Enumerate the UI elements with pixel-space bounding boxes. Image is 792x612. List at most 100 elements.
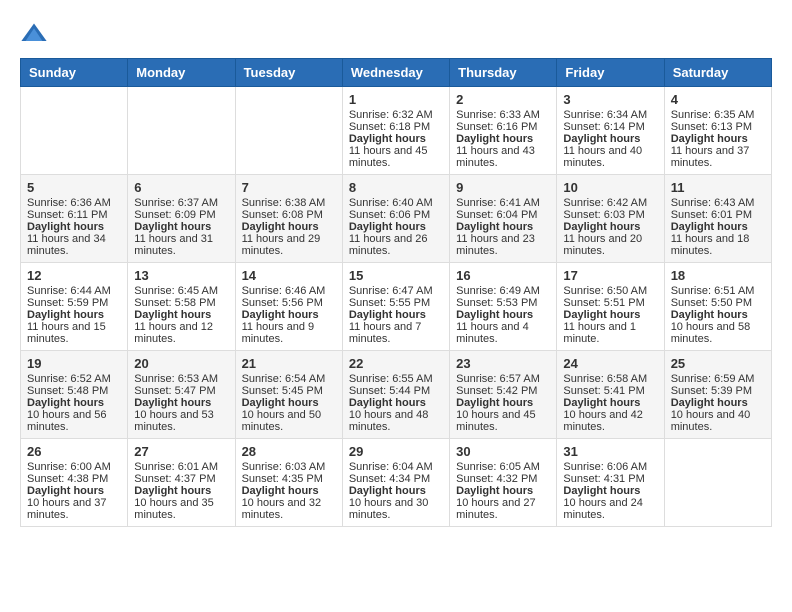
calendar-cell: 26 Sunrise: 6:00 AMSunset: 4:38 PMDayligh…: [21, 439, 128, 527]
sun-time-text: Sunrise: 6:53 AM: [134, 373, 228, 385]
sun-time-text: Sunrise: 6:43 AM: [671, 197, 765, 209]
sun-time-text: Sunset: 6:14 PM: [563, 121, 657, 133]
sun-time-text: Sunset: 5:45 PM: [242, 385, 336, 397]
calendar-cell: 19Sunrise: 6:52 AMSunset: 5:48 PMDayligh…: [21, 351, 128, 439]
calendar-cell: 8Sunrise: 6:40 AMSunset: 6:06 PMDaylight…: [342, 175, 449, 263]
daylight-duration: 10 hours and 30 minutes.: [349, 497, 443, 521]
day-number: 26: [27, 444, 121, 459]
daylight-duration: 11 hours and 18 minutes.: [671, 233, 765, 257]
calendar-cell: 15Sunrise: 6:47 AMSunset: 5:55 PMDayligh…: [342, 263, 449, 351]
calendar-cell: 27Sunrise: 6:01 AMSunset: 4:37 PMDayligh…: [128, 439, 235, 527]
day-number: 31: [563, 444, 657, 459]
sun-time-text: Sunrise: 6:40 AM: [349, 197, 443, 209]
daylight-duration: 10 hours and 48 minutes.: [349, 409, 443, 433]
day-number: 22: [349, 356, 443, 371]
logo: [20, 20, 50, 48]
sun-time-text: Sunset: 5:59 PM: [27, 297, 121, 309]
sun-time-text: Sunrise: 6:51 AM: [671, 285, 765, 297]
sun-time-text: Sunrise: 6:00 AM: [27, 461, 121, 473]
sun-time-text: Sunset: 6:06 PM: [349, 209, 443, 221]
day-number: 27: [134, 444, 228, 459]
day-number: 25: [671, 356, 765, 371]
sun-time-text: Sunrise: 6:41 AM: [456, 197, 550, 209]
sun-time-text: Sunset: 6:09 PM: [134, 209, 228, 221]
daylight-text: Daylight hours: [671, 309, 765, 321]
weekday-header-tuesday: Tuesday: [235, 59, 342, 87]
daylight-text: Daylight hours: [563, 397, 657, 409]
daylight-duration: 10 hours and 37 minutes.: [27, 497, 121, 521]
daylight-duration: 10 hours and 58 minutes.: [671, 321, 765, 345]
day-number: 23: [456, 356, 550, 371]
sun-time-text: Sunset: 6:16 PM: [456, 121, 550, 133]
sun-time-text: Sunrise: 6:33 AM: [456, 109, 550, 121]
sun-time-text: Sunrise: 6:47 AM: [349, 285, 443, 297]
daylight-text: Daylight hours: [134, 309, 228, 321]
daylight-duration: 11 hours and 37 minutes.: [671, 145, 765, 169]
day-number: 11: [671, 180, 765, 195]
day-number: 6: [134, 180, 228, 195]
day-number: 13: [134, 268, 228, 283]
daylight-duration: 11 hours and 45 minutes.: [349, 145, 443, 169]
daylight-duration: 11 hours and 4 minutes.: [456, 321, 550, 345]
sun-time-text: Sunrise: 6:49 AM: [456, 285, 550, 297]
daylight-text: Daylight hours: [27, 485, 121, 497]
calendar-week-4: 19Sunrise: 6:52 AMSunset: 5:48 PMDayligh…: [21, 351, 772, 439]
daylight-duration: 10 hours and 42 minutes.: [563, 409, 657, 433]
day-number: 10: [563, 180, 657, 195]
calendar-cell: [664, 439, 771, 527]
sun-time-text: Sunset: 5:42 PM: [456, 385, 550, 397]
day-number: 4: [671, 92, 765, 107]
sun-time-text: Sunset: 6:11 PM: [27, 209, 121, 221]
daylight-duration: 10 hours and 45 minutes.: [456, 409, 550, 433]
day-number: 15: [349, 268, 443, 283]
calendar-cell: 9Sunrise: 6:41 AMSunset: 6:04 PMDaylight…: [450, 175, 557, 263]
day-number: 24: [563, 356, 657, 371]
calendar-cell: 3Sunrise: 6:34 AMSunset: 6:14 PMDaylight…: [557, 87, 664, 175]
sun-time-text: Sunrise: 6:37 AM: [134, 197, 228, 209]
calendar-cell: 29Sunrise: 6:04 AMSunset: 4:34 PMDayligh…: [342, 439, 449, 527]
daylight-duration: 11 hours and 9 minutes.: [242, 321, 336, 345]
daylight-text: Daylight hours: [134, 221, 228, 233]
sun-time-text: Sunset: 5:56 PM: [242, 297, 336, 309]
sun-time-text: Sunset: 4:32 PM: [456, 473, 550, 485]
weekday-header-monday: Monday: [128, 59, 235, 87]
calendar-cell: 23Sunrise: 6:57 AMSunset: 5:42 PMDayligh…: [450, 351, 557, 439]
weekday-header-sunday: Sunday: [21, 59, 128, 87]
sun-time-text: Sunrise: 6:04 AM: [349, 461, 443, 473]
sun-time-text: Sunset: 4:38 PM: [27, 473, 121, 485]
sun-time-text: Sunset: 4:37 PM: [134, 473, 228, 485]
daylight-text: Daylight hours: [242, 397, 336, 409]
sun-time-text: Sunset: 6:08 PM: [242, 209, 336, 221]
calendar-cell: 12Sunrise: 6:44 AMSunset: 5:59 PMDayligh…: [21, 263, 128, 351]
sun-time-text: Sunset: 6:04 PM: [456, 209, 550, 221]
sun-time-text: Sunrise: 6:54 AM: [242, 373, 336, 385]
logo-icon: [20, 20, 48, 48]
calendar-cell: [21, 87, 128, 175]
calendar-cell: 5Sunrise: 6:36 AMSunset: 6:11 PMDaylight…: [21, 175, 128, 263]
daylight-text: Daylight hours: [134, 485, 228, 497]
day-number: 1: [349, 92, 443, 107]
day-number: 17: [563, 268, 657, 283]
sun-time-text: Sunset: 4:35 PM: [242, 473, 336, 485]
daylight-duration: 11 hours and 34 minutes.: [27, 233, 121, 257]
day-number: 29: [349, 444, 443, 459]
calendar-cell: 17Sunrise: 6:50 AMSunset: 5:51 PMDayligh…: [557, 263, 664, 351]
calendar-cell: 6 Sunrise: 6:37 AMSunset: 6:09 PMDaylight…: [128, 175, 235, 263]
day-number: 7: [242, 180, 336, 195]
calendar-cell: 21Sunrise: 6:54 AMSunset: 5:45 PMDayligh…: [235, 351, 342, 439]
daylight-duration: 10 hours and 53 minutes.: [134, 409, 228, 433]
calendar-week-5: 26Sunrise: 6:00 AMSunset: 4:38 PMDayligh…: [21, 439, 772, 527]
daylight-text: Daylight hours: [671, 133, 765, 145]
daylight-duration: 10 hours and 56 minutes.: [27, 409, 121, 433]
calendar-week-1: 1Sunrise: 6:32 AMSunset: 6:18 PMDaylight…: [21, 87, 772, 175]
daylight-text: Daylight hours: [349, 397, 443, 409]
sun-time-text: Sunset: 6:13 PM: [671, 121, 765, 133]
sun-time-text: Sunrise: 6:45 AM: [134, 285, 228, 297]
sun-time-text: Sunrise: 6:03 AM: [242, 461, 336, 473]
calendar-cell: 7Sunrise: 6:38 AMSunset: 6:08 PMDaylight…: [235, 175, 342, 263]
sun-time-text: Sunset: 5:55 PM: [349, 297, 443, 309]
sun-time-text: Sunrise: 6:36 AM: [27, 197, 121, 209]
sun-time-text: Sunset: 5:44 PM: [349, 385, 443, 397]
daylight-duration: 11 hours and 40 minutes.: [563, 145, 657, 169]
daylight-duration: 10 hours and 27 minutes.: [456, 497, 550, 521]
